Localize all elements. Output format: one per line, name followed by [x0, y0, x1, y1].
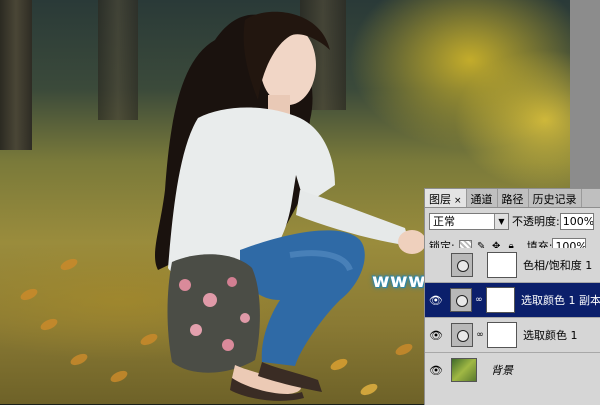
layer-row[interactable]: 色相/饱和度 1 — [425, 248, 600, 283]
opacity-input[interactable]: 100% — [559, 212, 594, 230]
layer-name: 选取颜色 1 — [523, 329, 578, 342]
tab-history-label: 历史记录 — [532, 193, 577, 206]
blend-row: 正常 ▼ 不透明度: 100% — [429, 211, 600, 231]
adjustment-thumbnail — [450, 288, 472, 312]
layer-row[interactable]: 👁︎ ∞ 选取颜色 1 — [425, 318, 600, 353]
background-thumbnail — [451, 358, 477, 382]
layer-row[interactable]: 👁︎ 背景 — [425, 353, 600, 387]
dropdown-arrow-icon[interactable]: ▼ — [494, 213, 508, 229]
layer-mask-thumbnail — [485, 287, 515, 313]
eye-icon[interactable]: 👁︎ — [425, 329, 447, 342]
tab-layers[interactable]: 图层 × — [425, 189, 467, 207]
tab-layers-label: 图层 — [429, 193, 451, 206]
panel-tabs: 图层 × 通道 路径 历史记录 — [425, 189, 600, 208]
blend-mode-select[interactable]: 正常 ▼ — [429, 212, 509, 230]
layer-mask-thumbnail — [487, 252, 517, 278]
eye-icon[interactable]: 👁︎ — [425, 364, 447, 377]
layers-panel: 图层 × 通道 路径 历史记录 正常 ▼ 不透明度: 100% 锁定: ✎ ✥ 🔒… — [424, 188, 600, 405]
layer-name: 选取颜色 1 副本 — [521, 294, 600, 307]
tab-channels-label: 通道 — [470, 193, 493, 206]
tab-channels[interactable]: 通道 — [467, 189, 498, 207]
blend-mode-value: 正常 — [433, 214, 455, 228]
layer-name: 背景 — [491, 364, 513, 377]
tab-history[interactable]: 历史记录 — [529, 189, 582, 207]
adjustment-thumbnail — [451, 253, 473, 277]
layer-row-selected[interactable]: 👁︎ ∞ 选取颜色 1 副本 — [425, 283, 600, 318]
layers-list: 色相/饱和度 1 👁︎ ∞ 选取颜色 1 副本 👁︎ ∞ 选取颜色 1 👁︎ 背… — [425, 248, 600, 405]
adjustment-thumbnail — [451, 323, 473, 347]
chain-link-icon: ∞ — [476, 330, 484, 340]
tab-paths-label: 路径 — [501, 193, 524, 206]
layer-name: 色相/饱和度 1 — [523, 259, 593, 272]
opacity-label: 不透明度: — [512, 215, 560, 228]
tab-paths[interactable]: 路径 — [498, 189, 529, 207]
chain-link-icon: ∞ — [475, 295, 483, 305]
close-icon[interactable]: × — [454, 196, 462, 206]
eye-icon[interactable]: 👁︎ — [425, 294, 446, 307]
layer-mask-thumbnail — [487, 322, 517, 348]
